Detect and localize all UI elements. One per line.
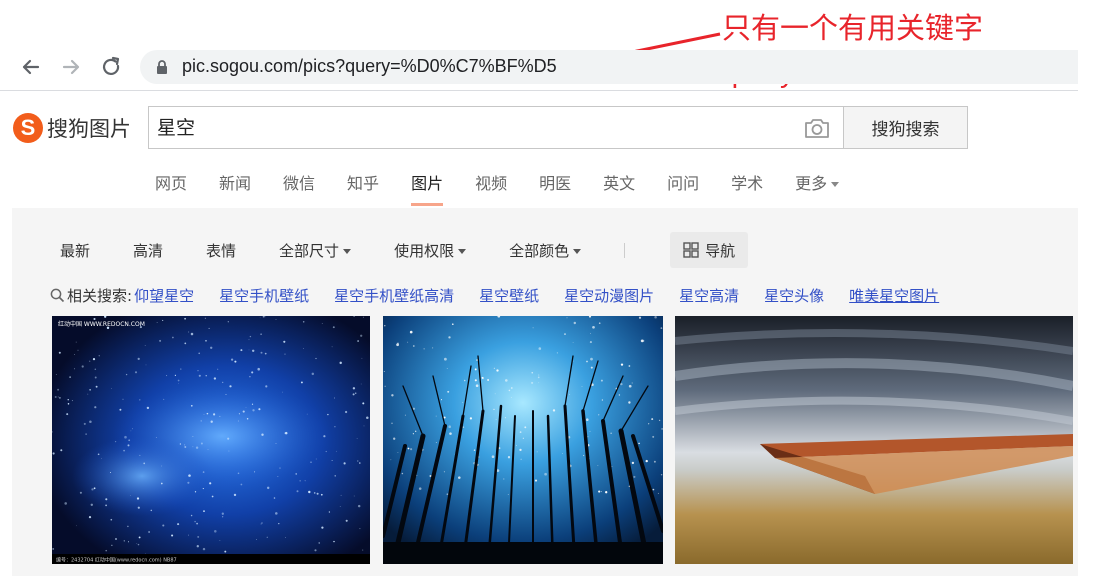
filter-rights[interactable]: 使用权限 [394, 240, 467, 261]
filter-hd[interactable]: 高清 [133, 240, 163, 261]
toolbar-divider [0, 90, 1078, 91]
nebula-image: 红动中国 WWW.REDOCN.COM 编号：2432704 红动中国(www.… [52, 316, 370, 564]
tab-web[interactable]: 网页 [155, 170, 187, 206]
tab-english[interactable]: 英文 [603, 170, 635, 206]
url-text[interactable]: pic.sogou.com/pics?query=%D0%C7%BF%D5 [182, 56, 557, 77]
related-label-text: 相关搜索: [67, 286, 133, 305]
filter-divider [624, 242, 626, 258]
tab-more-label: 更多 [795, 174, 828, 193]
related-link[interactable]: 星空手机壁纸高清 [334, 285, 454, 306]
tab-medical[interactable]: 明医 [539, 170, 571, 206]
related-searches: 相关搜索: 仰望星空 星空手机壁纸 星空手机壁纸高清 星空壁纸 星空动漫图片 星… [50, 285, 939, 305]
search-input[interactable] [157, 115, 777, 137]
back-button[interactable] [18, 54, 44, 80]
vertical-tabs: 网页 新闻 微信 知乎 图片 视频 明医 英文 问问 学术 更多 [155, 170, 840, 206]
chevron-down-icon [343, 248, 352, 254]
sogou-logo-text: 搜狗图片 [47, 117, 131, 141]
chevron-down-icon [573, 248, 582, 254]
filter-latest[interactable]: 最新 [60, 240, 90, 261]
filter-size-label: 全部尺寸 [279, 241, 340, 260]
related-link[interactable]: 唯美星空图片 [849, 285, 939, 306]
forward-button[interactable] [58, 54, 84, 80]
related-link[interactable]: 星空高清 [679, 285, 739, 306]
tab-news[interactable]: 新闻 [219, 170, 251, 206]
related-link[interactable]: 仰望星空 [134, 285, 194, 306]
grid-icon [683, 242, 699, 258]
related-link[interactable]: 星空头像 [764, 285, 824, 306]
back-arrow-icon [22, 59, 40, 75]
tab-wenwen[interactable]: 问问 [667, 170, 699, 206]
related-label: 相关搜索: [50, 285, 132, 306]
search-box [148, 106, 844, 149]
camera-icon[interactable] [803, 116, 831, 140]
tab-zhihu[interactable]: 知乎 [347, 170, 379, 206]
tab-images[interactable]: 图片 [411, 170, 444, 206]
filter-color-label: 全部颜色 [509, 241, 570, 260]
reload-button[interactable] [98, 54, 124, 80]
forward-arrow-icon [62, 59, 80, 75]
guide-button[interactable]: 导航 [670, 232, 749, 268]
address-bar[interactable]: pic.sogou.com/pics?query=%D0%C7%BF%D5 [140, 50, 1078, 84]
filter-size[interactable]: 全部尺寸 [279, 240, 352, 261]
guide-label: 导航 [705, 241, 736, 260]
related-link[interactable]: 星空动漫图片 [564, 285, 654, 306]
watermark-bottom: 编号：2432704 红动中国(www.redocn.com) NB87 [56, 557, 177, 564]
sogou-logo[interactable]: S 搜狗图片 [13, 111, 131, 145]
tab-wechat[interactable]: 微信 [283, 170, 315, 206]
pier-image [675, 316, 1073, 564]
image-result[interactable] [383, 316, 663, 564]
chevron-down-icon [831, 182, 840, 187]
forest-stars-image [383, 316, 663, 564]
image-result[interactable]: 红动中国 WWW.REDOCN.COM 编号：2432704 红动中国(www.… [52, 316, 370, 564]
reload-icon [103, 56, 120, 75]
chevron-down-icon [458, 248, 467, 254]
search-icon [50, 288, 65, 302]
filter-color[interactable]: 全部颜色 [509, 240, 582, 261]
filter-bar: 最新 高清 表情 全部尺寸 使用权限 全部颜色 导航 [60, 230, 749, 270]
image-result[interactable] [675, 316, 1073, 564]
annotation-note: 只有一个有用关键字 [722, 11, 984, 45]
sogou-logo-mark: S [13, 113, 43, 143]
tab-academic[interactable]: 学术 [731, 170, 763, 206]
browser-toolbar: pic.sogou.com/pics?query=%D0%C7%BF%D5 [0, 42, 1078, 92]
watermark-top: 红动中国 WWW.REDOCN.COM [58, 320, 145, 328]
related-link[interactable]: 星空手机壁纸 [219, 285, 309, 306]
tab-video[interactable]: 视频 [475, 170, 507, 206]
filter-emoji[interactable]: 表情 [206, 240, 236, 261]
filter-rights-label: 使用权限 [394, 241, 455, 260]
tab-more[interactable]: 更多 [795, 170, 840, 206]
search-button[interactable]: 搜狗搜索 [843, 106, 968, 149]
related-link[interactable]: 星空壁纸 [479, 285, 539, 306]
lock-icon [157, 60, 167, 74]
